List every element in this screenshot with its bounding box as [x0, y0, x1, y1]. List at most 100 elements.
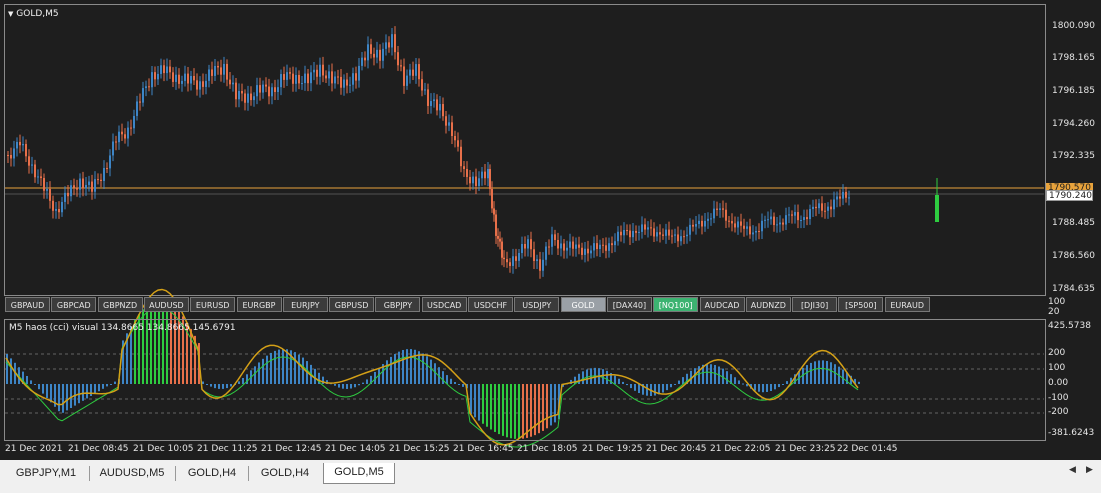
price-axis-label[interactable]: 1784.635: [1052, 284, 1095, 294]
candle-body: [707, 218, 709, 221]
candle-body: [557, 239, 559, 249]
candle-body: [497, 235, 499, 239]
candle-body: [489, 169, 491, 189]
candle-body: [749, 226, 751, 235]
candle-body: [256, 85, 258, 97]
candle-body: [620, 231, 622, 236]
candle-body: [803, 217, 805, 220]
candle-body: [593, 243, 595, 251]
chart-window[interactable]: ▼ GOLD,M5 1800.090 1798.165 1796.185 1794.2…: [0, 0, 1101, 460]
symbol-button-sp500[interactable]: [SP500]: [838, 297, 884, 312]
candle-body: [599, 244, 601, 250]
candle-body: [187, 73, 189, 84]
tab-gold-h4[interactable]: GOLD,H4: [177, 464, 247, 483]
candle-body: [518, 253, 520, 261]
candle-body: [115, 141, 117, 143]
candle-body: [292, 73, 294, 84]
symbol-button-gold[interactable]: GOLD: [560, 297, 606, 312]
symbol-button-usdjpy[interactable]: USDJPY: [514, 297, 560, 312]
symbol-button-audcad[interactable]: AUDCAD: [699, 297, 745, 312]
scroll-left-icon[interactable]: ◀: [1069, 465, 1076, 475]
candle-body: [370, 44, 372, 54]
candle-body: [130, 127, 132, 129]
candle-body: [79, 178, 81, 190]
symbol-button-gbpnzd[interactable]: GBPNZD: [97, 297, 143, 312]
time-axis-label: 21 Dec 19:25: [582, 444, 643, 454]
candle-body: [478, 178, 480, 186]
price-axis-label[interactable]: 1796.185: [1052, 86, 1095, 96]
candle-body: [647, 227, 649, 230]
candle-body: [668, 229, 670, 236]
candle-body: [46, 189, 48, 191]
candle-body: [247, 93, 249, 103]
price-axis-label[interactable]: 1794.260: [1052, 119, 1095, 129]
candle-body: [223, 63, 225, 75]
tab-audusd-m5[interactable]: AUDUSD,M5: [90, 464, 174, 483]
symbol-button-eurgbp[interactable]: EURGBP: [236, 297, 282, 312]
symbol-button-euraud[interactable]: EURAUD: [884, 297, 930, 312]
symbol-button-audnzd[interactable]: AUDNZD: [745, 297, 791, 312]
price-axis-label[interactable]: 1786.560: [1052, 251, 1095, 261]
candle-body: [121, 131, 123, 135]
symbol-button-dji30[interactable]: [DJI30]: [792, 297, 838, 312]
symbol-button-audusd[interactable]: AUDUSD: [143, 297, 189, 312]
symbol-button-eurjpy[interactable]: EURJPY: [282, 297, 328, 312]
symbol-button-gbpjpy[interactable]: GBPJPY: [375, 297, 421, 312]
candle-body: [283, 74, 285, 80]
candle-body: [782, 222, 784, 225]
indicator-axis-label: 425.5738: [1048, 321, 1091, 331]
candle-body: [394, 34, 396, 53]
symbol-button-dax40[interactable]: [DAX40]: [606, 297, 652, 312]
symbol-button-usdchf[interactable]: USDCHF: [468, 297, 513, 312]
candle-body: [235, 82, 237, 100]
symbol-button-eurusd[interactable]: EURUSD: [190, 297, 236, 312]
candle-body: [286, 72, 288, 80]
candle-body: [181, 80, 183, 84]
candle-body: [662, 234, 664, 236]
candle-body: [157, 73, 159, 80]
candle-body: [28, 156, 30, 166]
candle-body: [626, 230, 628, 232]
candle-body: [352, 73, 354, 85]
indicator-axis-label: -100: [1048, 393, 1069, 403]
candle-body: [815, 206, 817, 209]
candle-body: [70, 185, 72, 197]
symbol-button-gbpusd[interactable]: GBPUSD: [329, 297, 375, 312]
candle-body: [436, 99, 438, 111]
candle-body: [103, 168, 105, 181]
candle-body: [97, 179, 99, 181]
price-axis-label[interactable]: 1798.165: [1052, 53, 1095, 63]
candle-body: [764, 219, 766, 221]
tab-gbpjpy-m1[interactable]: GBPJPY,M1: [4, 464, 88, 483]
candle-body: [499, 238, 501, 242]
symbol-button-gbpaud[interactable]: GBPAUD: [5, 297, 50, 312]
candle-body: [587, 248, 589, 254]
candle-body: [346, 79, 348, 86]
time-axis-label: 21 Dec 20:45: [646, 444, 707, 454]
candle-body: [515, 256, 517, 261]
candle-body: [298, 74, 300, 84]
symbol-button-gbpcad[interactable]: GBPCAD: [51, 297, 97, 312]
candle-body: [788, 214, 790, 216]
candle-body: [373, 53, 375, 58]
candle-body: [575, 244, 577, 249]
candle-body: [466, 169, 468, 177]
tab-gold-h4[interactable]: GOLD,H4: [249, 464, 321, 483]
candle-body: [842, 191, 844, 199]
candle-body: [524, 244, 526, 249]
candle-body: [154, 72, 156, 80]
candle-body: [776, 224, 778, 226]
scroll-right-icon[interactable]: ▶: [1086, 465, 1093, 475]
chevron-down-icon[interactable]: ▼: [8, 10, 13, 18]
candle-body: [439, 104, 441, 111]
symbol-button-nq100[interactable]: [NQ100]: [653, 297, 699, 312]
price-axis-label[interactable]: 1792.335: [1052, 151, 1095, 161]
candle-body: [569, 241, 571, 248]
candle-body: [716, 208, 718, 210]
indicator-axis-label: -381.6243: [1048, 428, 1095, 438]
price-axis-label[interactable]: 1788.485: [1052, 218, 1095, 228]
price-axis-label[interactable]: 1800.090: [1052, 21, 1095, 31]
indicator-panel[interactable]: [4, 319, 1046, 441]
symbol-button-usdcad[interactable]: USDCAD: [421, 297, 467, 312]
tab-gold-m5[interactable]: GOLD,M5: [323, 463, 395, 484]
